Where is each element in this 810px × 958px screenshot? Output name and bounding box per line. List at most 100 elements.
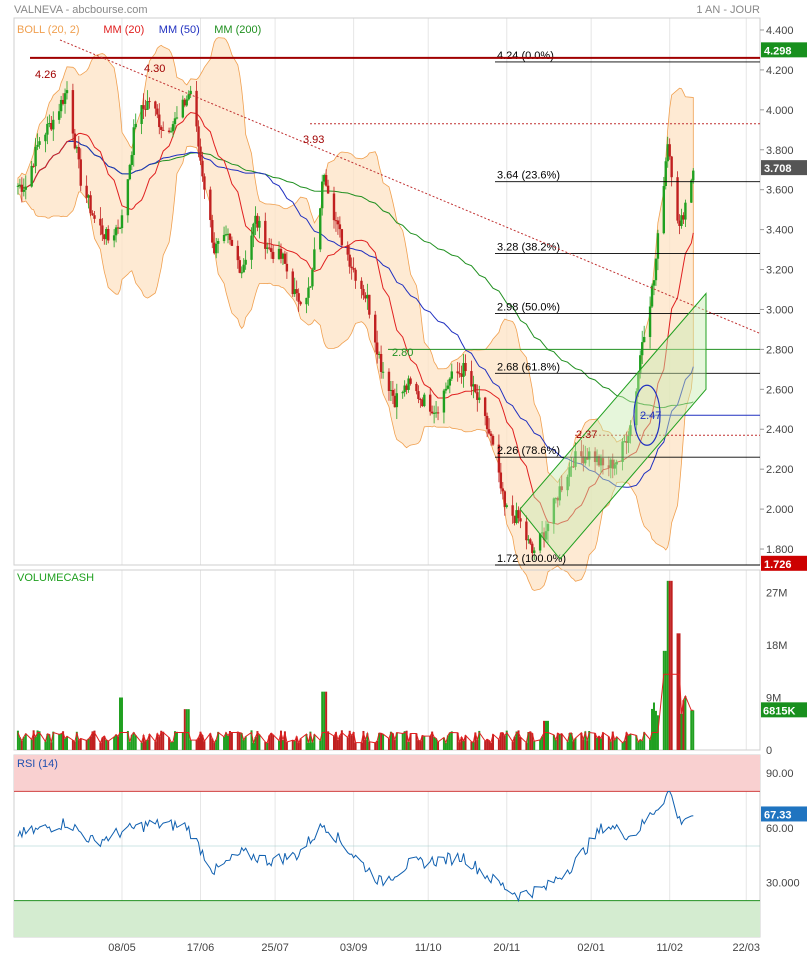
y-tick-label: 3.600: [766, 185, 794, 197]
volume-bar: [226, 735, 229, 750]
volume-bar: [223, 736, 226, 750]
candle-body: [309, 286, 312, 288]
candle-body: [499, 472, 503, 489]
volume-bar: [134, 735, 137, 750]
volume-bar: [560, 733, 563, 750]
fib-label: 2.98 (50.0%): [497, 301, 560, 313]
candle-body: [450, 371, 453, 379]
candle-body: [252, 223, 255, 236]
volume-bar: [407, 741, 410, 750]
volume-bar: [120, 697, 123, 750]
candle-body: [668, 144, 671, 157]
x-tick-label: 20/11: [493, 942, 520, 954]
candle-body: [209, 189, 212, 221]
candle-body: [360, 280, 363, 289]
volume-bar: [486, 739, 489, 750]
candle-body: [89, 195, 92, 214]
candle-body: [307, 287, 310, 298]
candle-body: [77, 147, 80, 160]
candle-body: [24, 186, 27, 190]
candle-body: [154, 101, 157, 109]
candle-body: [313, 249, 316, 270]
volume-bar: [690, 710, 693, 750]
volume-bar: [242, 740, 245, 750]
y-tick-label: 3.000: [766, 304, 794, 316]
volume-bar: [609, 741, 612, 750]
candle-body: [197, 126, 200, 147]
legend-entry: BOLL (20, 2): [17, 24, 80, 36]
candle-body: [684, 202, 687, 220]
candle-body: [662, 186, 666, 234]
volume-title: VOLUMECASH: [17, 572, 94, 584]
candle-body: [470, 371, 473, 387]
candle-body: [442, 390, 446, 413]
volume-bar: [368, 741, 371, 750]
volume-bar: [484, 741, 487, 750]
volume-bar: [278, 740, 281, 750]
candle-body: [311, 269, 314, 287]
candle-body: [264, 220, 267, 249]
candle-body: [175, 117, 179, 119]
volume-bar: [543, 720, 546, 750]
volume-bar: [572, 741, 575, 750]
candle-body: [244, 259, 247, 265]
volume-bar: [71, 740, 74, 750]
volume-bar: [676, 633, 679, 750]
volume-bar: [285, 742, 288, 750]
x-tick-label: 25/07: [261, 942, 289, 954]
candle-body: [299, 301, 302, 305]
volume-bar: [472, 742, 475, 750]
candle-body: [73, 133, 77, 149]
candle-body: [36, 144, 39, 147]
y-tick-label: 3.400: [766, 225, 794, 237]
volume-bar: [649, 739, 652, 750]
volume-bar: [132, 732, 135, 750]
candle-body: [409, 378, 412, 384]
volume-bar: [50, 742, 53, 750]
volume-bar: [85, 740, 88, 750]
volume-bar: [30, 739, 33, 750]
volume-bar: [258, 734, 261, 750]
candle-body: [652, 280, 656, 286]
volume-bar: [566, 741, 569, 750]
candle-body: [650, 285, 654, 307]
volume-bar: [175, 731, 178, 750]
candle-body: [160, 127, 163, 130]
candle-body: [517, 510, 520, 519]
volume-bar: [692, 710, 695, 750]
volume-bar: [321, 691, 324, 750]
candle-body: [387, 371, 391, 392]
level-annotation: 4.30: [144, 63, 165, 75]
volume-bar: [680, 713, 683, 750]
volume-bar: [627, 735, 630, 750]
volume-bar: [195, 740, 198, 750]
candle-body: [22, 189, 26, 192]
candle-body: [52, 119, 55, 130]
last-price-marker: 3.708: [764, 163, 792, 175]
candle-body: [240, 272, 243, 274]
fib-label: 1.72 (100.0%): [497, 553, 566, 565]
candle-body: [448, 378, 452, 386]
volume-bar: [291, 740, 294, 750]
volume-bar: [189, 740, 192, 750]
volume-bar: [450, 731, 453, 750]
candle-body: [350, 266, 353, 269]
chart-title: VALNEVA - abcbourse.com: [14, 4, 148, 16]
candle-body: [38, 141, 41, 145]
volume-bar: [651, 708, 654, 750]
volume-bar: [545, 720, 548, 750]
candle-body: [57, 111, 61, 120]
candle-body: [271, 251, 275, 259]
candle-body: [319, 208, 322, 250]
x-tick-label: 17/06: [187, 942, 215, 954]
candle-body: [134, 123, 137, 128]
volume-bar: [146, 739, 149, 750]
volume-bar: [462, 741, 465, 750]
candle-body: [501, 488, 505, 492]
candle-body: [126, 179, 130, 216]
candle-body: [305, 297, 308, 305]
volume-bar: [662, 650, 665, 750]
volume-bar: [73, 741, 76, 750]
volume-bar: [272, 734, 275, 750]
candle-body: [30, 165, 33, 187]
